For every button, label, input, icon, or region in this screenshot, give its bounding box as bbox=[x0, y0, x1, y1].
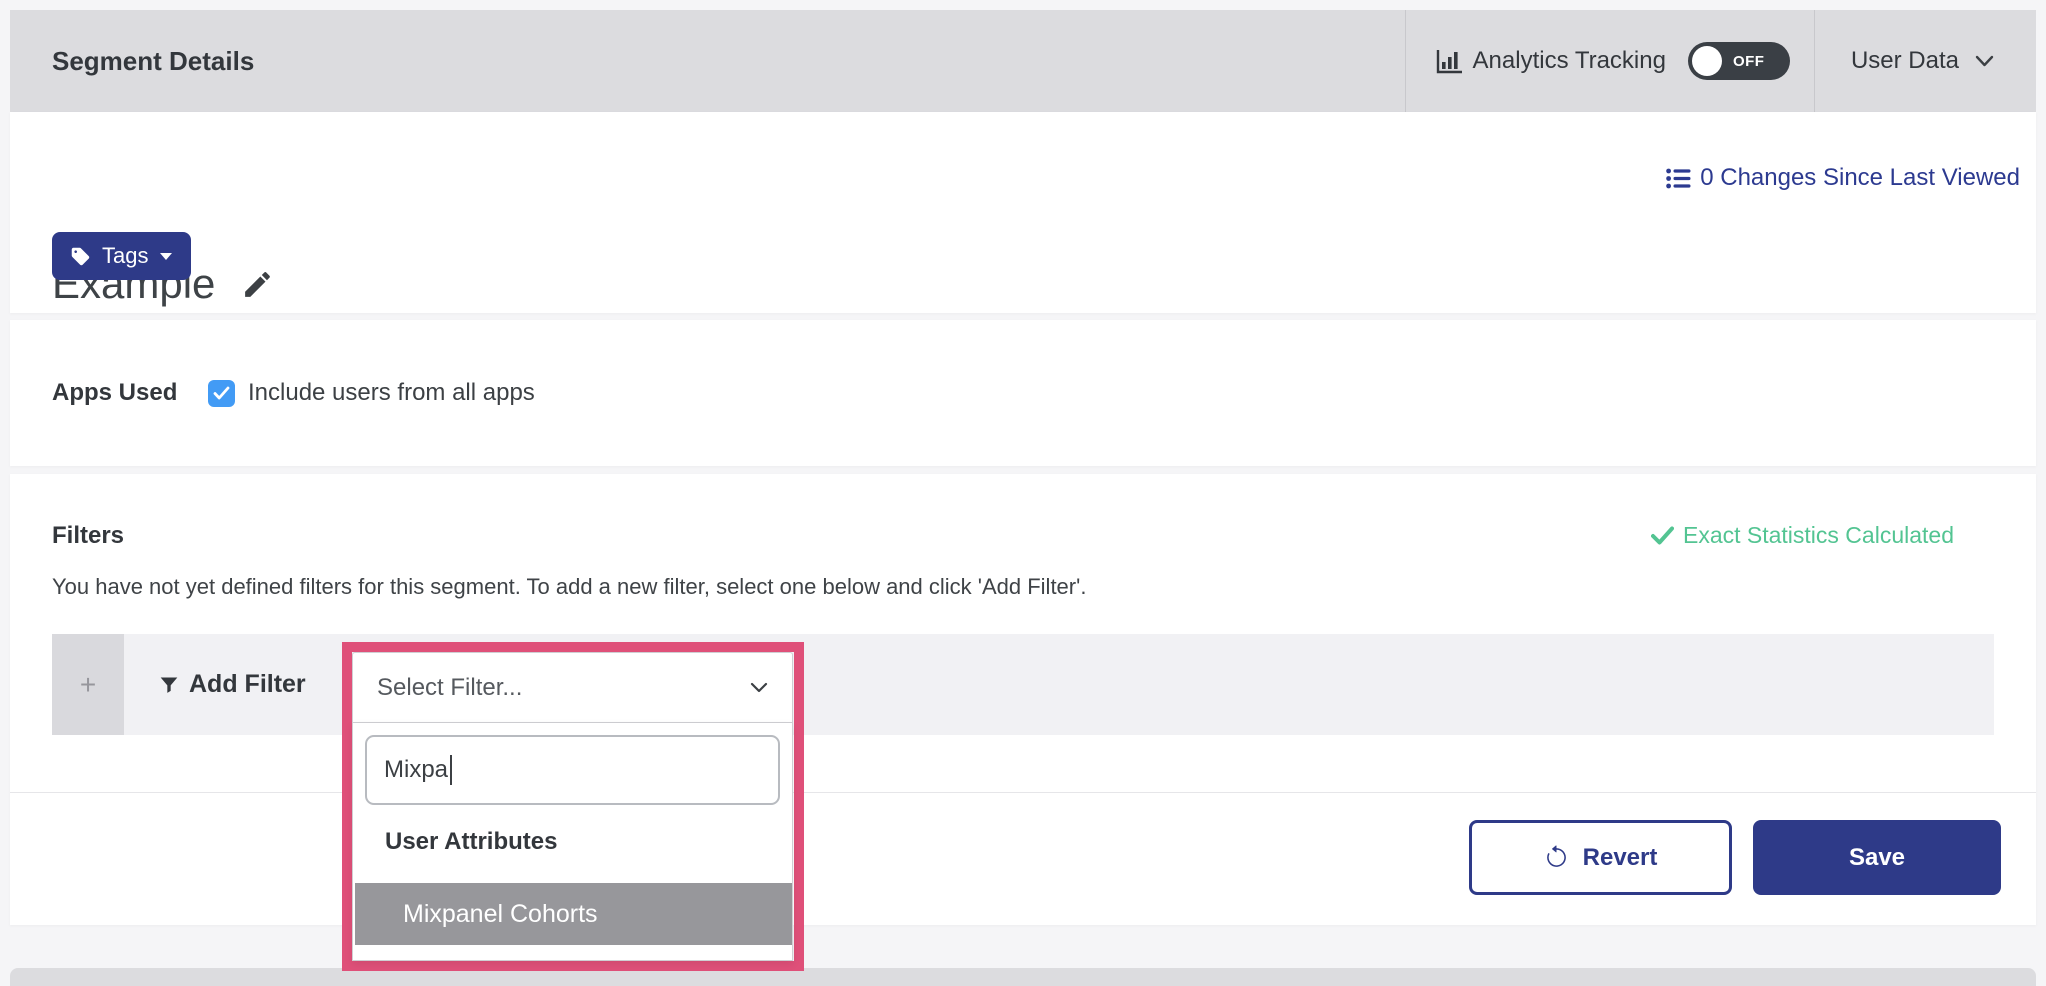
filters-title: Filters bbox=[52, 522, 124, 550]
revert-icon bbox=[1544, 845, 1569, 870]
add-filter-funnel-icon bbox=[159, 675, 179, 695]
add-filter-label: Add Filter bbox=[189, 670, 306, 699]
exact-statistics-status: Exact Statistics Calculated bbox=[1651, 522, 1954, 549]
include-all-apps-checkbox[interactable] bbox=[208, 380, 235, 407]
header-right: Analytics Tracking OFF User Data bbox=[1405, 10, 2036, 112]
header-bar: Segment Details Analytics Tracking OFF U… bbox=[10, 10, 2036, 112]
segment-details-page: Segment Details Analytics Tracking OFF U… bbox=[0, 0, 2046, 986]
user-data-menu[interactable]: User Data bbox=[1815, 47, 1994, 75]
toggle-state-label: OFF bbox=[1733, 53, 1765, 70]
checkbox-check-icon bbox=[213, 386, 230, 400]
user-data-chevron-icon bbox=[1975, 55, 1994, 67]
include-all-apps-label: Include users from all apps bbox=[248, 379, 535, 407]
footer-divider bbox=[10, 792, 2036, 793]
save-button-label: Save bbox=[1849, 844, 1905, 872]
add-filter-button[interactable]: Add Filter bbox=[159, 670, 306, 699]
tags-button-label: Tags bbox=[102, 243, 148, 269]
analytics-tracking-group: Analytics Tracking bbox=[1406, 47, 1688, 75]
next-section-bar bbox=[10, 968, 2036, 986]
analytics-tracking-label: Analytics Tracking bbox=[1473, 47, 1666, 75]
annotation-highlight-box: Select Filter... Mixpa User Attributes M… bbox=[342, 642, 804, 971]
filters-description: You have not yet defined filters for thi… bbox=[52, 574, 1086, 600]
changes-since-last-viewed-link[interactable]: 0 Changes Since Last Viewed bbox=[1666, 164, 2020, 192]
select-filter-placeholder: Select Filter... bbox=[377, 674, 522, 702]
toggle-knob bbox=[1692, 46, 1722, 76]
page-title: Segment Details bbox=[52, 46, 254, 77]
changes-list-icon bbox=[1666, 168, 1691, 189]
select-chevron-icon bbox=[750, 682, 768, 693]
save-button[interactable]: Save bbox=[1753, 820, 2001, 895]
revert-button[interactable]: Revert bbox=[1469, 820, 1732, 895]
filters-card: Filters Exact Statistics Calculated You … bbox=[10, 474, 2036, 925]
tag-icon bbox=[70, 246, 91, 267]
filter-search-value: Mixpa bbox=[384, 756, 448, 784]
status-check-icon bbox=[1651, 526, 1674, 545]
apps-used-label: Apps Used bbox=[52, 379, 208, 407]
revert-button-label: Revert bbox=[1583, 844, 1658, 872]
analytics-tracking-toggle[interactable]: OFF bbox=[1688, 42, 1790, 80]
text-cursor bbox=[450, 755, 452, 785]
exact-statistics-label: Exact Statistics Calculated bbox=[1683, 522, 1954, 549]
analytics-icon bbox=[1436, 49, 1463, 74]
edit-pencil-icon[interactable] bbox=[241, 268, 274, 301]
dropdown-option-mixpanel-cohorts[interactable]: Mixpanel Cohorts bbox=[355, 883, 792, 945]
filter-dropdown-panel: Mixpa User Attributes Mixpanel Cohorts bbox=[352, 723, 793, 961]
select-filter-dropdown[interactable]: Select Filter... bbox=[352, 652, 793, 723]
dropdown-group-header: User Attributes bbox=[385, 828, 557, 856]
tags-button[interactable]: Tags bbox=[52, 232, 191, 280]
apps-used-card: Apps Used Include users from all apps bbox=[10, 320, 2036, 466]
tags-caret-icon bbox=[159, 252, 173, 261]
segment-name-card: Example Tags 0 Changes Since Last Viewed bbox=[10, 112, 2036, 313]
user-data-label: User Data bbox=[1851, 47, 1959, 75]
add-filter-plus-button[interactable]: + bbox=[52, 634, 124, 735]
changes-link-label: 0 Changes Since Last Viewed bbox=[1700, 164, 2020, 192]
filter-search-input[interactable]: Mixpa bbox=[365, 735, 780, 805]
